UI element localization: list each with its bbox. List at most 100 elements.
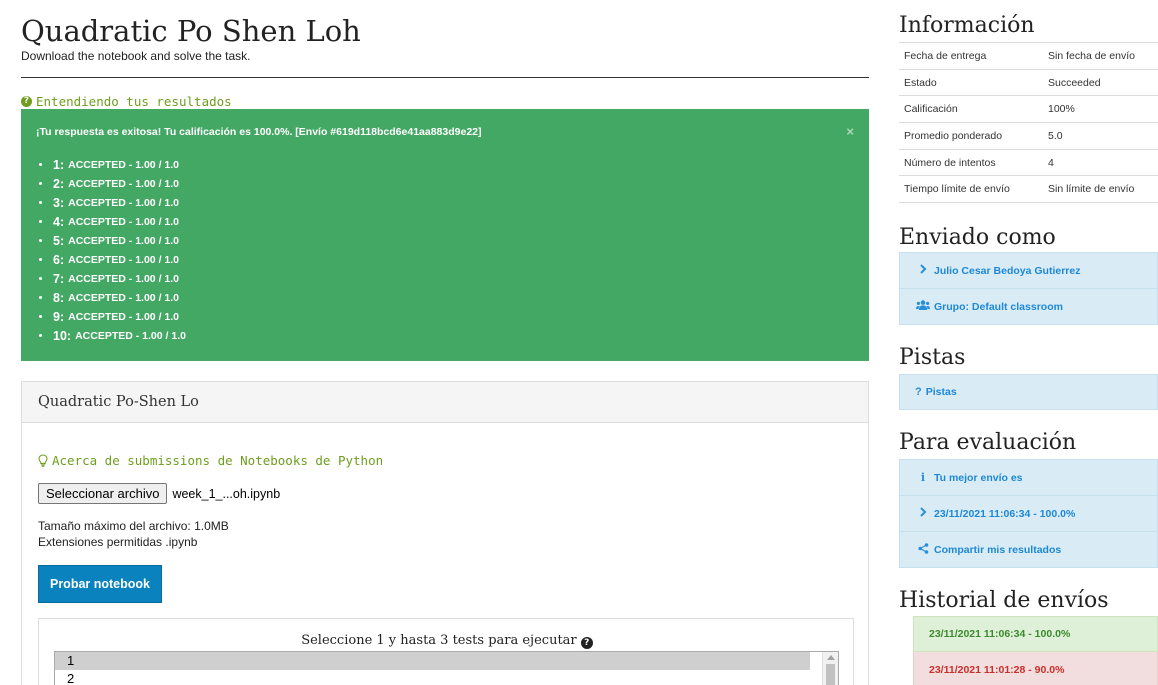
scrollbar[interactable] <box>822 652 838 685</box>
test-status: ACCEPTED - 1.00 / 1.0 <box>68 272 179 285</box>
divider <box>21 77 869 78</box>
max-file-size: Tamaño máximo del archivo: 1.0MB <box>38 519 229 533</box>
scroll-up-icon[interactable] <box>827 655 835 660</box>
share-icon <box>916 542 930 557</box>
result-alert: ¡Tu respuesta es exitosa! Tu calificació… <box>21 109 869 361</box>
test-number: 5: <box>53 233 65 248</box>
users-icon <box>916 300 930 313</box>
share-results-item[interactable]: Compartir mis resultados <box>899 532 1158 568</box>
sent-as-group[interactable]: Grupo: Default classroom <box>899 289 1158 325</box>
close-icon[interactable]: × <box>846 124 854 139</box>
test-notebook-button[interactable]: Probar notebook <box>38 565 162 603</box>
test-number: 10: <box>53 328 72 343</box>
info-label: Tiempo límite de envío <box>904 183 1010 196</box>
test-number: 6: <box>53 252 65 267</box>
hints-label: Pistas <box>925 386 957 398</box>
chevron-right-icon <box>916 507 930 520</box>
test-status: ACCEPTED - 1.00 / 1.0 <box>68 234 179 247</box>
test-status: ACCEPTED - 1.00 / 1.0 <box>68 215 179 228</box>
choose-file-button[interactable]: Seleccionar archivo <box>38 483 168 504</box>
info-row: Fecha de entrega Sin fecha de envío <box>899 42 1158 70</box>
notebook-help-link[interactable]: Acerca de submissions de Notebooks de Py… <box>38 453 383 468</box>
hints-heading: Pistas <box>899 345 966 370</box>
test-status: ACCEPTED - 1.00 / 1.0 <box>68 196 179 209</box>
sent-as-user[interactable]: Julio Cesar Bedoya Gutierrez <box>899 252 1158 289</box>
test-number: 2: <box>53 176 65 191</box>
sent-as-group-label: Grupo: Default classroom <box>934 300 1063 313</box>
test-option[interactable]: 2 <box>55 670 810 685</box>
question-circle-icon[interactable]: ? <box>580 637 593 649</box>
question-icon: ? <box>915 386 922 398</box>
test-number: 4: <box>53 214 65 229</box>
test-result-item: 9: ACCEPTED - 1.00 / 1.0 <box>36 307 186 326</box>
history-item[interactable]: 23/11/2021 11:01:28 - 90.0% <box>913 652 1158 685</box>
test-status: ACCEPTED - 1.00 / 1.0 <box>68 158 179 171</box>
history-item[interactable]: 23/11/2021 11:06:34 - 100.0% <box>913 616 1158 652</box>
selected-file-name: week_1_...oh.ipynb <box>172 486 281 501</box>
hints-item[interactable]: ? Pistas <box>899 374 1158 410</box>
test-number: 7: <box>53 271 65 286</box>
test-result-item: 10: ACCEPTED - 1.00 / 1.0 <box>36 326 186 345</box>
info-value: Sin fecha de envío <box>1048 49 1135 62</box>
evaluation-heading: Para evaluación <box>899 430 1077 455</box>
test-number: 3: <box>53 195 65 210</box>
info-label: Número de intentos <box>904 156 996 169</box>
sent-as-heading: Enviado como <box>899 225 1056 250</box>
lightbulb-icon <box>38 454 48 467</box>
info-heading: Información <box>899 13 1035 38</box>
test-status: ACCEPTED - 1.00 / 1.0 <box>68 253 179 266</box>
info-value: 100% <box>1048 103 1075 116</box>
info-row: Número de intentos 4 <box>899 149 1158 176</box>
allowed-extensions: Extensiones permitidas .ipynb <box>38 535 198 549</box>
info-row: Tiempo límite de envío Sin límite de enví… <box>899 176 1158 203</box>
test-result-item: 5: ACCEPTED - 1.00 / 1.0 <box>36 231 186 250</box>
info-label: Promedio ponderado <box>904 129 1003 142</box>
understanding-results-label: Entendiendo tus resultados <box>36 94 232 109</box>
file-picker: Seleccionar archivo week_1_...oh.ipynb <box>38 483 280 504</box>
sent-as-user-label: Julio Cesar Bedoya Gutierrez <box>934 264 1081 277</box>
info-value: Succeeded <box>1048 76 1101 89</box>
best-submission-item[interactable]: i Tu mejor envío es <box>899 459 1158 496</box>
chevron-right-icon <box>916 264 930 277</box>
test-result-item: 4: ACCEPTED - 1.00 / 1.0 <box>36 212 186 231</box>
test-result-item: 6: ACCEPTED - 1.00 / 1.0 <box>36 250 186 269</box>
share-results-label: Compartir mis resultados <box>934 543 1062 556</box>
info-value: 5.0 <box>1048 129 1063 142</box>
info-table: Fecha de entrega Sin fecha de envío Estad… <box>899 42 1158 203</box>
best-submission-label: Tu mejor envío es <box>934 471 1023 484</box>
page-subtitle: Download the notebook and solve the task… <box>21 49 251 63</box>
question-circle-icon: ? <box>21 96 32 107</box>
test-status: ACCEPTED - 1.00 / 1.0 <box>68 310 179 323</box>
test-status: ACCEPTED - 1.00 / 1.0 <box>75 329 186 342</box>
test-number: 1: <box>53 157 65 172</box>
info-row: Calificación 100% <box>899 96 1158 123</box>
tests-multiselect[interactable]: 1 2 <box>54 651 839 685</box>
test-status: ACCEPTED - 1.00 / 1.0 <box>68 291 179 304</box>
history-heading: Historial de envíos <box>899 588 1109 613</box>
info-label: Estado <box>904 76 937 89</box>
tests-panel: Seleccione 1 y hasta 3 tests para ejecut… <box>38 618 854 685</box>
info-label: Fecha de entrega <box>904 49 987 62</box>
test-result-item: 1: ACCEPTED - 1.00 / 1.0 <box>36 155 186 174</box>
info-value: 4 <box>1048 156 1054 169</box>
test-results-list: 1: ACCEPTED - 1.00 / 1.0 2: ACCEPTED - 1.0… <box>36 155 186 345</box>
test-number: 8: <box>53 290 65 305</box>
info-row: Promedio ponderado 5.0 <box>899 123 1158 150</box>
test-result-item: 8: ACCEPTED - 1.00 / 1.0 <box>36 288 186 307</box>
notebook-help-label: Acerca de submissions de Notebooks de Py… <box>52 453 384 468</box>
sent-as-list: Julio Cesar Bedoya Gutierrez Grupo: Defa… <box>899 252 1158 325</box>
submission-history-list: 23/11/2021 11:06:34 - 100.0% 23/11/2021 … <box>913 616 1158 685</box>
scrollbar-thumb[interactable] <box>826 664 835 685</box>
tests-label-text: Seleccione 1 y hasta 3 tests para ejecut… <box>301 633 577 648</box>
page-title: Quadratic Po Shen Loh <box>21 14 361 48</box>
understanding-results-link[interactable]: ? Entendiendo tus resultados <box>21 94 232 109</box>
best-submission-link[interactable]: 23/11/2021 11:06:34 - 100.0% <box>899 496 1158 532</box>
test-option[interactable]: 1 <box>55 652 810 670</box>
notebook-card-title: Quadratic Po-Shen Lo <box>22 382 868 423</box>
info-label: Calificación <box>904 103 958 116</box>
notebook-card: Quadratic Po-Shen Lo Acerca de submissio… <box>21 381 869 685</box>
info-row: Estado Succeeded <box>899 69 1158 96</box>
tests-label: Seleccione 1 y hasta 3 tests para ejecut… <box>39 633 855 649</box>
test-result-item: 2: ACCEPTED - 1.00 / 1.0 <box>36 174 186 193</box>
hints-list: ? Pistas <box>899 374 1158 410</box>
